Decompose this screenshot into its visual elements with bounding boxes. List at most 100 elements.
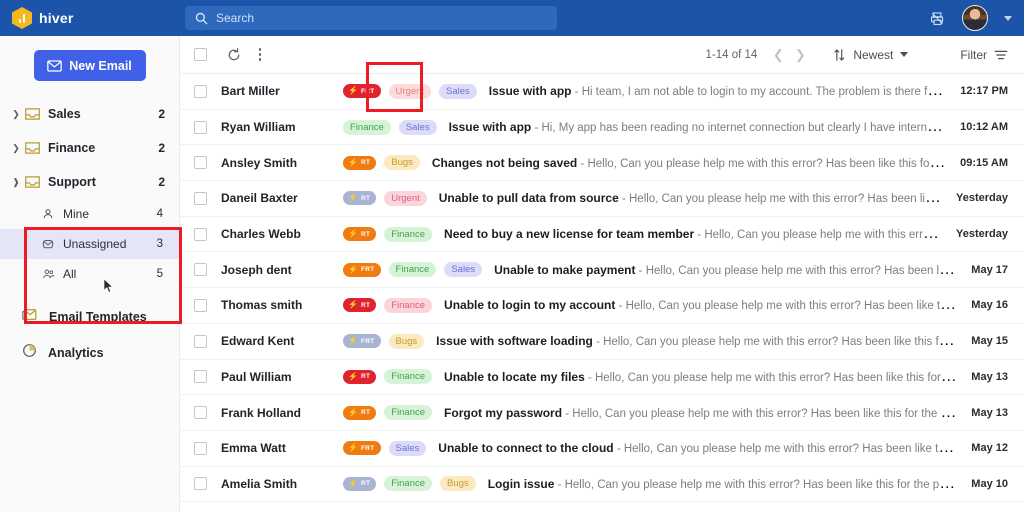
email-row-checkbox[interactable] bbox=[194, 370, 207, 384]
email-row[interactable]: Daneil Baxter ⚡ RT Urgent Unable to pull dat… bbox=[180, 181, 1024, 217]
email-row[interactable]: Amelia Smith ⚡ RT Finance Bugs Login issue - … bbox=[180, 467, 1024, 503]
select-all-checkbox[interactable] bbox=[194, 48, 207, 61]
email-row-checkbox[interactable] bbox=[194, 334, 207, 348]
sla-badge: ⚡ RT bbox=[343, 476, 377, 491]
email-tag[interactable]: Urgent bbox=[384, 190, 427, 206]
email-row[interactable]: Edward Kent ⚡ FRT Bugs Issue with software l… bbox=[180, 324, 1024, 360]
email-tag[interactable]: Bugs bbox=[440, 476, 476, 492]
user-avatar[interactable] bbox=[962, 5, 988, 31]
email-row[interactable]: Paul William ⚡ RT Finance Unable to locate m… bbox=[180, 360, 1024, 396]
email-preview: - Hello, Can you please help me with thi… bbox=[621, 193, 942, 206]
email-badges: ⚡ FRT Bugs bbox=[343, 333, 425, 349]
email-badges: ⚡ RT Finance bbox=[343, 405, 433, 421]
filter-label: Filter bbox=[960, 47, 987, 62]
email-tag[interactable]: Sales bbox=[444, 262, 483, 278]
email-subject: Issue with app bbox=[488, 84, 572, 99]
email-badges: ⚡ FRT Sales bbox=[343, 440, 427, 456]
hiver-email-app: hiver Search New Email ❯ Sales 2 ❯ Finan… bbox=[0, 0, 1024, 512]
mouse-cursor-icon bbox=[103, 278, 114, 293]
sort-control[interactable]: Newest bbox=[833, 48, 909, 62]
email-row[interactable]: Ryan William Finance Sales Issue with app -… bbox=[180, 110, 1024, 146]
email-row-checkbox[interactable] bbox=[194, 191, 207, 205]
email-tag[interactable]: Finance bbox=[384, 476, 433, 492]
next-page-button[interactable]: ❯ bbox=[789, 44, 811, 66]
email-row-checkbox[interactable] bbox=[194, 120, 207, 134]
sla-badge: ⚡ FRT bbox=[343, 441, 381, 456]
hexagon-bars-logo-icon bbox=[12, 7, 32, 29]
email-preview: - Hello, Can you please help me with thi… bbox=[557, 478, 958, 491]
prev-page-button[interactable]: ❮ bbox=[767, 44, 789, 66]
email-row-checkbox[interactable] bbox=[194, 406, 207, 420]
refresh-button[interactable] bbox=[221, 42, 247, 68]
chevron-down-icon[interactable] bbox=[900, 52, 909, 57]
email-tag[interactable]: Sales bbox=[439, 83, 477, 99]
notification-icon[interactable] bbox=[928, 9, 946, 27]
sidebar-item-sales[interactable]: ❯ Sales 2 bbox=[0, 97, 179, 131]
email-preview: - Hello, Can you please help me with thi… bbox=[618, 300, 958, 313]
pie-chart-icon bbox=[22, 343, 37, 363]
sidebar-item-finance[interactable]: ❯ Finance 2 bbox=[0, 131, 179, 165]
chevron-right-icon[interactable]: ❯ bbox=[10, 109, 22, 120]
sidebar-subitem-unassigned[interactable]: Unassigned 3 bbox=[0, 229, 179, 259]
email-row-checkbox[interactable] bbox=[194, 156, 207, 170]
email-preview: - Hello, Can you please help me with thi… bbox=[596, 336, 957, 349]
email-tag[interactable]: Bugs bbox=[388, 333, 425, 349]
chevron-down-icon[interactable] bbox=[1004, 15, 1012, 21]
sidebar-subitem-mine[interactable]: Mine 4 bbox=[0, 199, 179, 229]
search-input[interactable]: Search bbox=[185, 6, 557, 30]
email-subject-preview: Unable to make payment - Hello, Can you … bbox=[494, 261, 957, 279]
inbox-icon bbox=[22, 107, 42, 121]
email-row[interactable]: Charles Webb ⚡ RT Finance Need to buy a new … bbox=[180, 217, 1024, 253]
email-tag[interactable]: Sales bbox=[388, 440, 427, 456]
sla-badge-label: RT bbox=[360, 159, 371, 167]
email-badges: ⚡ FRT Urgent Sales bbox=[343, 83, 477, 99]
filter-control[interactable]: Filter bbox=[960, 48, 1008, 62]
email-tag[interactable]: Urgent bbox=[388, 83, 432, 99]
email-row[interactable]: Frank Holland ⚡ RT Finance Forgot my passwor… bbox=[180, 395, 1024, 431]
sidebar-item-analytics[interactable]: Analytics bbox=[0, 335, 179, 371]
email-tag[interactable]: Finance bbox=[388, 262, 437, 278]
email-row-checkbox[interactable] bbox=[194, 84, 207, 98]
email-tag[interactable]: Bugs bbox=[384, 155, 420, 171]
email-tag[interactable]: Finance bbox=[343, 119, 391, 135]
email-subject-preview: Issue with app - Hi team, I am not able … bbox=[489, 82, 947, 100]
sidebar-item-support[interactable]: ❱ Support 2 bbox=[0, 165, 179, 199]
sidebar-subitem-count: 5 bbox=[156, 268, 163, 280]
email-preview: - Hello, Can you please help me with thi… bbox=[616, 443, 957, 456]
sla-badge: ⚡ RT bbox=[343, 298, 377, 313]
email-row[interactable]: Joseph dent ⚡ FRT Finance Sales Unable to mak… bbox=[180, 252, 1024, 289]
inbox-icon bbox=[22, 141, 42, 155]
sidebar: New Email ❯ Sales 2 ❯ Finance 2 ❱ Suppor… bbox=[0, 36, 182, 512]
sidebar-item-count: 2 bbox=[158, 107, 165, 121]
mailbox-list: ❯ Sales 2 ❯ Finance 2 ❱ Support 2 Mine 4… bbox=[0, 97, 179, 371]
email-row-checkbox[interactable] bbox=[194, 227, 207, 241]
email-row-checkbox[interactable] bbox=[194, 263, 207, 277]
email-tag[interactable]: Finance bbox=[384, 369, 433, 385]
new-email-button[interactable]: New Email bbox=[33, 50, 146, 81]
email-row[interactable]: Ansley Smith ⚡ RT Bugs Changes not being sav… bbox=[180, 145, 1024, 182]
email-row[interactable]: Emma Watt ⚡ FRT Sales Unable to connect to t… bbox=[180, 431, 1024, 467]
sidebar-subitem-all[interactable]: All 5 bbox=[0, 259, 179, 289]
more-options-button[interactable] bbox=[247, 42, 273, 68]
email-row[interactable]: Thomas smith ⚡ RT Finance Unable to login to… bbox=[180, 288, 1024, 324]
email-tag[interactable]: Sales bbox=[398, 119, 437, 135]
email-timestamp: May 13 bbox=[971, 406, 1008, 419]
brand-logo[interactable]: hiver bbox=[0, 7, 180, 29]
email-tag[interactable]: Finance bbox=[384, 226, 433, 242]
email-row-checkbox[interactable] bbox=[194, 298, 207, 312]
email-subject-preview: Unable to login to my account - Hello, C… bbox=[444, 296, 957, 314]
chevron-right-icon[interactable]: ❯ bbox=[10, 143, 22, 154]
email-badges: Finance Sales bbox=[343, 119, 437, 135]
email-timestamp: 10:12 AM bbox=[960, 121, 1008, 134]
email-tag[interactable]: Finance bbox=[384, 297, 433, 313]
chevron-down-icon[interactable]: ❱ bbox=[10, 177, 22, 188]
email-row-checkbox[interactable] bbox=[194, 477, 207, 491]
email-sender: Thomas smith bbox=[221, 298, 303, 313]
email-tag[interactable]: Finance bbox=[384, 405, 433, 421]
email-row[interactable]: Bart Miller ⚡ FRT Urgent Sales Issue with app… bbox=[180, 74, 1024, 110]
email-timestamp: May 16 bbox=[971, 299, 1008, 312]
sla-badge-label: RT bbox=[360, 480, 371, 488]
email-subject-preview: Forgot my password - Hello, Can you plea… bbox=[444, 404, 957, 422]
sidebar-item-email-templates[interactable]: Email Templates bbox=[0, 299, 179, 335]
email-row-checkbox[interactable] bbox=[194, 441, 207, 455]
